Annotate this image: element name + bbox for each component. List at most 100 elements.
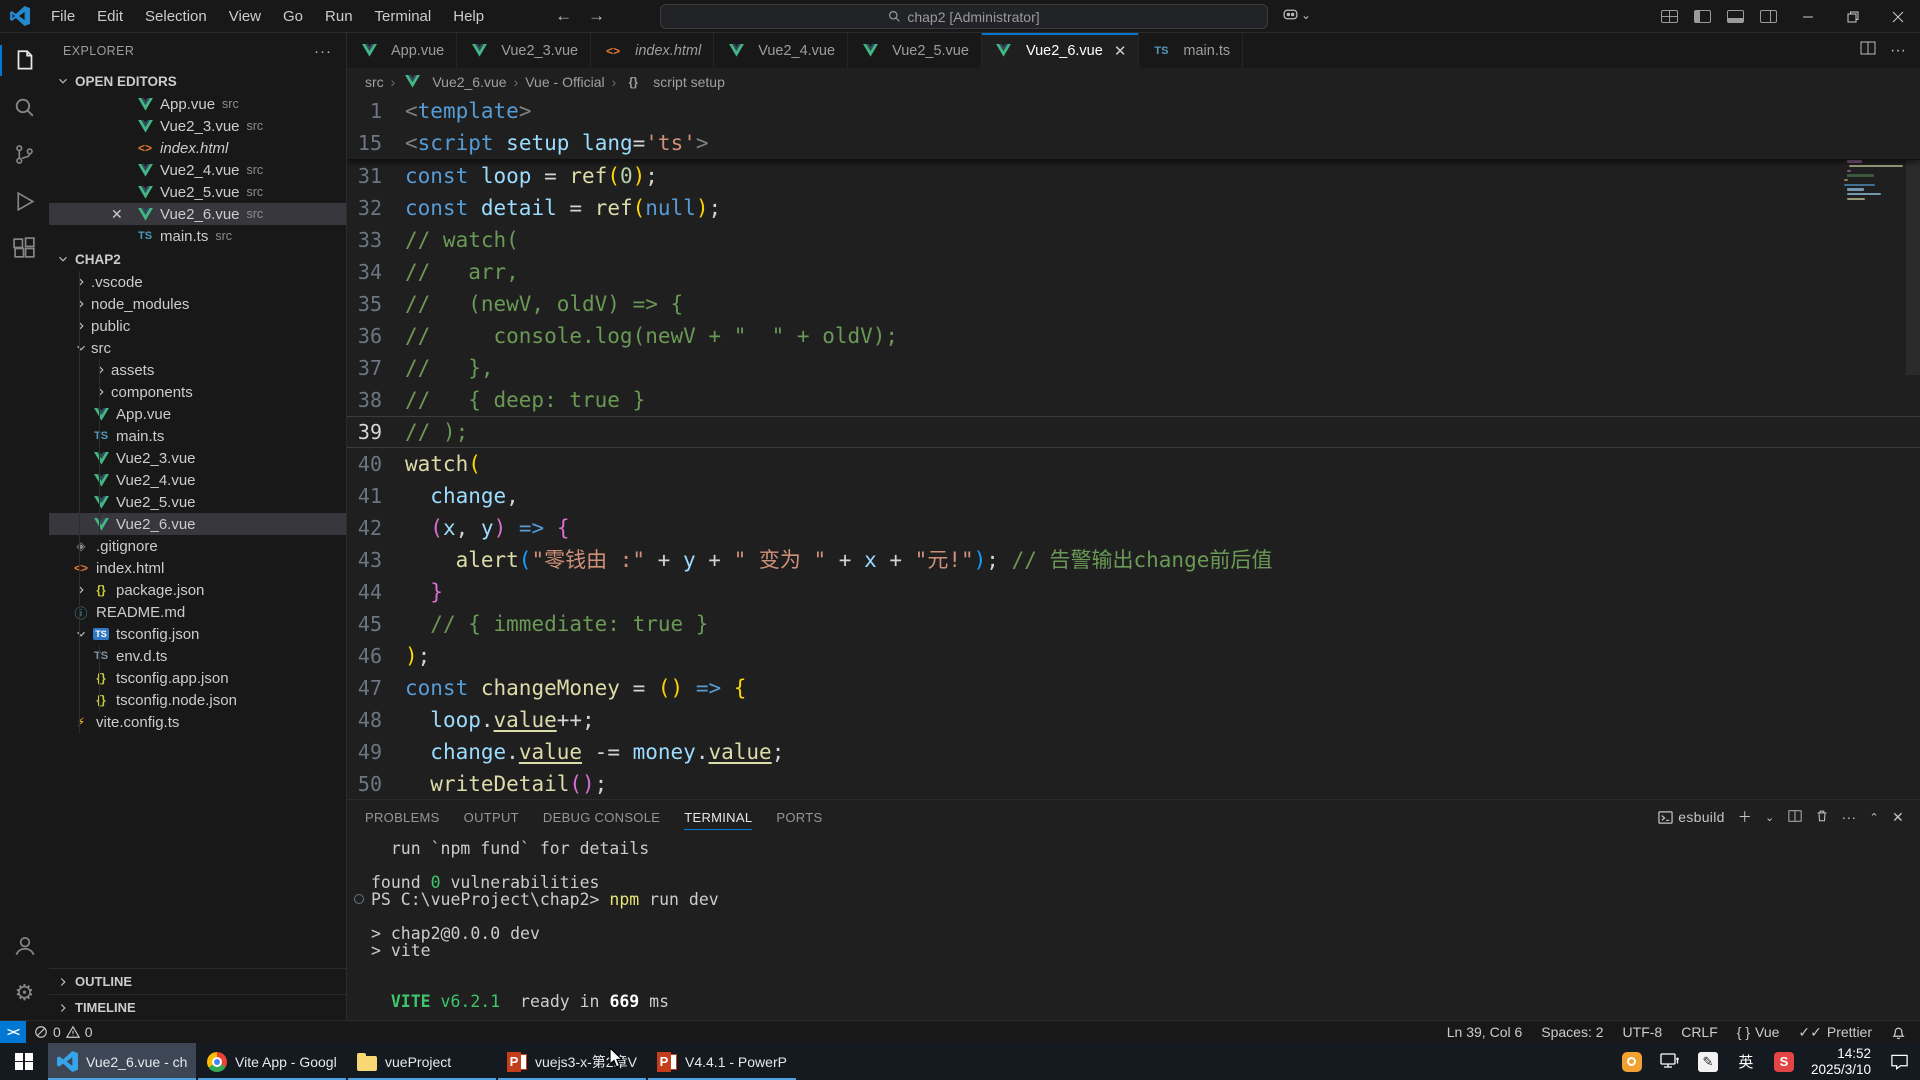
open-editor-item[interactable]: App.vuesrc (49, 93, 346, 115)
close-panel-icon[interactable]: ✕ (1892, 809, 1904, 826)
menu-edit[interactable]: Edit (86, 0, 134, 33)
menu-run[interactable]: Run (314, 0, 364, 33)
tree-item--gitignore[interactable]: ◈.gitignore (49, 535, 346, 557)
panel-tab-ports[interactable]: PORTS (776, 800, 822, 834)
breadcrumb[interactable]: src›Vue2_6.vue›Vue - Official›{}script s… (347, 68, 1920, 95)
tree-item-tsconfig-json[interactable]: TStsconfig.json (49, 623, 346, 645)
open-editor-item[interactable]: ✕Vue2_6.vuesrc (49, 203, 346, 225)
network-icon[interactable] (1659, 1051, 1681, 1073)
menu-go[interactable]: Go (272, 0, 314, 33)
explorer-icon[interactable] (0, 37, 49, 84)
search-sidebar-icon[interactable] (0, 84, 49, 131)
code-line-43[interactable]: 43 alert("零钱由 :" + y + " 变为 " + x + "元!"… (347, 544, 1920, 576)
menu-view[interactable]: View (218, 0, 272, 33)
code-line-40[interactable]: 40watch( (347, 448, 1920, 480)
maximize-panel-icon[interactable]: ⌃ (1869, 811, 1879, 824)
tree-item-components[interactable]: components (49, 381, 346, 403)
tree-item-tsconfig-app-json[interactable]: {}tsconfig.app.json (49, 667, 346, 689)
customize-layout-icon[interactable] (1661, 10, 1678, 23)
new-terminal-icon[interactable]: ＋ (1738, 807, 1752, 827)
tree-item-tsconfig-node-json[interactable]: {}tsconfig.node.json (49, 689, 346, 711)
toggle-primary-sidebar-icon[interactable] (1694, 10, 1711, 23)
tree-item-vue2-6-vue[interactable]: Vue2_6.vue (49, 513, 346, 535)
tree-item-assets[interactable]: assets (49, 359, 346, 381)
source-control-icon[interactable] (0, 131, 49, 178)
code-line-49[interactable]: 49 change.value -= money.value; (347, 736, 1920, 768)
tree-item-vite-config-ts[interactable]: ⚡vite.config.ts (49, 711, 346, 733)
breadcrumb-item[interactable]: {}script setup (623, 74, 725, 90)
ime-language-indicator[interactable]: 英 (1735, 1051, 1757, 1073)
toggle-secondary-sidebar-icon[interactable] (1760, 10, 1777, 23)
split-editor-icon[interactable] (1860, 40, 1876, 61)
kill-terminal-icon[interactable] (1815, 808, 1829, 826)
command-center-search[interactable]: chap2 [Administrator] (660, 4, 1268, 29)
taskbar-button[interactable]: vueProject (348, 1043, 496, 1080)
code-line-47[interactable]: 47const changeMoney = () => { (347, 672, 1920, 704)
project-header[interactable]: CHAP2 (49, 247, 346, 271)
breadcrumb-item[interactable]: Vue2_6.vue (402, 74, 506, 90)
terminal-dropdown-icon[interactable]: ⌄ (1765, 811, 1775, 824)
breadcrumb-item[interactable]: Vue - Official (525, 74, 604, 90)
code-line-46[interactable]: 46); (347, 640, 1920, 672)
sogou-input-icon[interactable]: S (1774, 1052, 1794, 1072)
tree-item-vue2-3-vue[interactable]: Vue2_3.vue (49, 447, 346, 469)
start-button[interactable] (0, 1043, 48, 1080)
panel-tab-terminal[interactable]: TERMINAL (684, 800, 752, 834)
close-button[interactable] (1875, 0, 1920, 33)
menu-terminal[interactable]: Terminal (364, 0, 443, 33)
status-crlf[interactable]: CRLF (1681, 1024, 1718, 1040)
notifications-bell-icon[interactable] (1891, 1025, 1906, 1040)
tree-item-main-ts[interactable]: TSmain.ts (49, 425, 346, 447)
terminal-shell-select[interactable]: esbuild (1658, 809, 1724, 825)
close-icon[interactable]: ✕ (1114, 42, 1127, 60)
account-icon[interactable] (0, 922, 49, 969)
tray-app-icon[interactable] (1622, 1052, 1642, 1072)
tree-item-package-json[interactable]: {}package.json (49, 579, 346, 601)
clock[interactable]: 14:52 2025/3/10 (1811, 1046, 1871, 1078)
code-line-39[interactable]: 39// ); (347, 416, 1920, 448)
tree-item-node-modules[interactable]: node_modules (49, 293, 346, 315)
code-line-44[interactable]: 44 } (347, 576, 1920, 608)
tree-item-public[interactable]: public (49, 315, 346, 337)
code-line-1[interactable]: 1<template> (347, 95, 1920, 127)
breadcrumb-item[interactable]: src (365, 74, 384, 90)
tree-item-index-html[interactable]: <>index.html (49, 557, 346, 579)
formatter-status[interactable]: ✓✓Prettier (1798, 1024, 1872, 1041)
panel-tab-output[interactable]: OUTPUT (464, 800, 519, 834)
tab-app-vue[interactable]: App.vue (347, 33, 457, 68)
command-decoration-icon[interactable] (354, 894, 364, 904)
panel-more-actions-icon[interactable]: ··· (1842, 809, 1857, 825)
panel-tab-problems[interactable]: PROBLEMS (365, 800, 440, 834)
timeline-section[interactable]: TIMELINE (49, 994, 346, 1020)
code-line-45[interactable]: 45 // { immediate: true } (347, 608, 1920, 640)
settings-gear-icon[interactable]: ⚙ (0, 969, 49, 1016)
action-center-icon[interactable] (1888, 1051, 1910, 1073)
run-debug-icon[interactable] (0, 178, 49, 225)
code-line-15[interactable]: 15<script setup lang='ts'> (347, 127, 1920, 159)
taskbar-button[interactable]: PV4.4.1 - PowerPoi... (648, 1043, 796, 1080)
tree-item-env-d-ts[interactable]: TSenv.d.ts (49, 645, 346, 667)
open-editor-item[interactable]: Vue2_3.vuesrc (49, 115, 346, 137)
extensions-icon[interactable] (0, 225, 49, 272)
menu-selection[interactable]: Selection (134, 0, 218, 33)
tab-main-ts[interactable]: TSmain.ts (1139, 33, 1243, 68)
tree-item--vscode[interactable]: .vscode (49, 271, 346, 293)
tab-vue2-6-vue[interactable]: Vue2_6.vue✕ (982, 33, 1139, 68)
remote-indicator[interactable]: >< (0, 1021, 26, 1044)
minimize-button[interactable] (1785, 0, 1830, 33)
open-editors-header[interactable]: OPEN EDITORS (49, 69, 346, 93)
problems-status[interactable]: 0 0 (34, 1024, 93, 1040)
code-editor[interactable]: 1<template>15<script setup lang='ts'>31c… (347, 95, 1920, 799)
toggle-panel-icon[interactable] (1727, 10, 1744, 23)
code-line-33[interactable]: 33// watch( (347, 224, 1920, 256)
open-editor-item[interactable]: Vue2_5.vuesrc (49, 181, 346, 203)
code-line-32[interactable]: 32const detail = ref(null); (347, 192, 1920, 224)
tree-item-src[interactable]: src (49, 337, 346, 359)
code-line-38[interactable]: 38// { deep: true } (347, 384, 1920, 416)
code-line-36[interactable]: 36// console.log(newV + " " + oldV); (347, 320, 1920, 352)
tree-item-vue2-5-vue[interactable]: Vue2_5.vue (49, 491, 346, 513)
code-line-35[interactable]: 35// (newV, oldV) => { (347, 288, 1920, 320)
ime-pen-icon[interactable]: ✎ (1698, 1052, 1718, 1072)
code-line-48[interactable]: 48 loop.value++; (347, 704, 1920, 736)
menu-file[interactable]: File (40, 0, 86, 33)
